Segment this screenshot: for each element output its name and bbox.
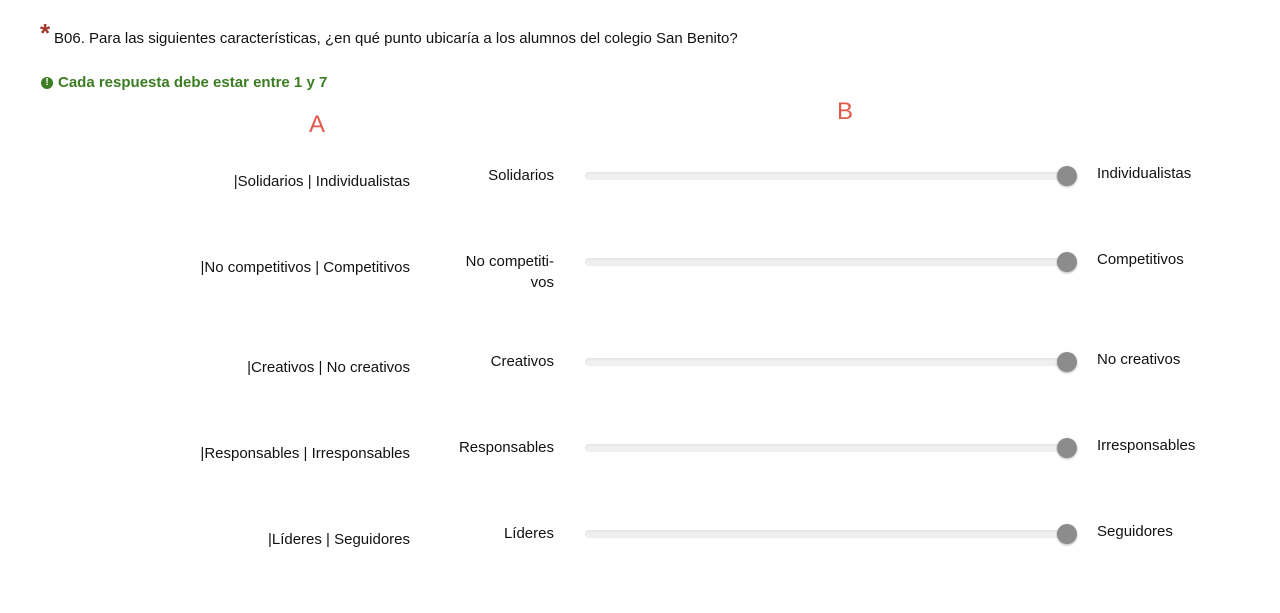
slider-question-label: |Responsables | Irresponsables bbox=[200, 445, 410, 462]
slider-handle[interactable] bbox=[1057, 524, 1077, 544]
slider-right-anchor: Individualistas bbox=[1097, 165, 1192, 182]
validation-message: ! Cada respuesta debe estar entre 1 y 7 bbox=[41, 74, 327, 91]
slider-row: |Creativos | No creativos Creativos No cre… bbox=[0, 351, 1280, 441]
slider-track[interactable] bbox=[585, 438, 1077, 458]
slider-left-anchor: Responsables bbox=[458, 439, 554, 456]
slider-left-anchor: No competiti- vos bbox=[465, 253, 554, 291]
slider-handle[interactable] bbox=[1057, 166, 1077, 186]
slider-handle[interactable] bbox=[1057, 352, 1077, 372]
slider-row: |Responsables | Irresponsables Responsabl… bbox=[0, 437, 1280, 527]
slider-left-anchor: Creativos bbox=[490, 353, 554, 370]
slider-question-label: |Solidarios | Individualistas bbox=[233, 173, 410, 190]
validation-text: Cada respuesta debe estar entre 1 y 7 bbox=[58, 74, 328, 91]
slider-right-anchor: Competitivos bbox=[1097, 251, 1184, 268]
question-text: B06. Para las siguientes características… bbox=[54, 30, 738, 47]
slider-question-label: |No competitivos | Competitivos bbox=[200, 259, 410, 276]
slider-row: |Líderes | Seguidores Líderes Seguidores bbox=[0, 523, 1280, 613]
required-asterisk: * bbox=[40, 18, 51, 48]
slider-question-label: |Líderes | Seguidores bbox=[267, 531, 410, 548]
slider-left-anchor: Líderes bbox=[503, 525, 554, 542]
exclamation-circle-icon: ! bbox=[41, 76, 53, 89]
slider-right-anchor: Irresponsables bbox=[1097, 437, 1196, 454]
slider-handle[interactable] bbox=[1057, 252, 1077, 272]
annotation-b: B bbox=[837, 98, 854, 125]
slider-track[interactable] bbox=[585, 524, 1077, 544]
slider-left-anchor: Solidarios bbox=[488, 167, 554, 184]
slider-track[interactable] bbox=[585, 166, 1077, 186]
slider-handle[interactable] bbox=[1057, 438, 1077, 458]
slider-row: |No competitivos | Competitivos No compet… bbox=[0, 251, 1280, 341]
slider-right-anchor: No creativos bbox=[1097, 351, 1181, 368]
slider-track[interactable] bbox=[585, 352, 1077, 372]
slider-track[interactable] bbox=[585, 252, 1077, 272]
slider-question-label: |Creativos | No creativos bbox=[247, 359, 410, 376]
slider-row: |Solidarios | Individualistas Solidarios I… bbox=[0, 165, 1280, 255]
slider-right-anchor: Seguidores bbox=[1097, 523, 1173, 540]
annotation-a: A bbox=[309, 111, 326, 138]
